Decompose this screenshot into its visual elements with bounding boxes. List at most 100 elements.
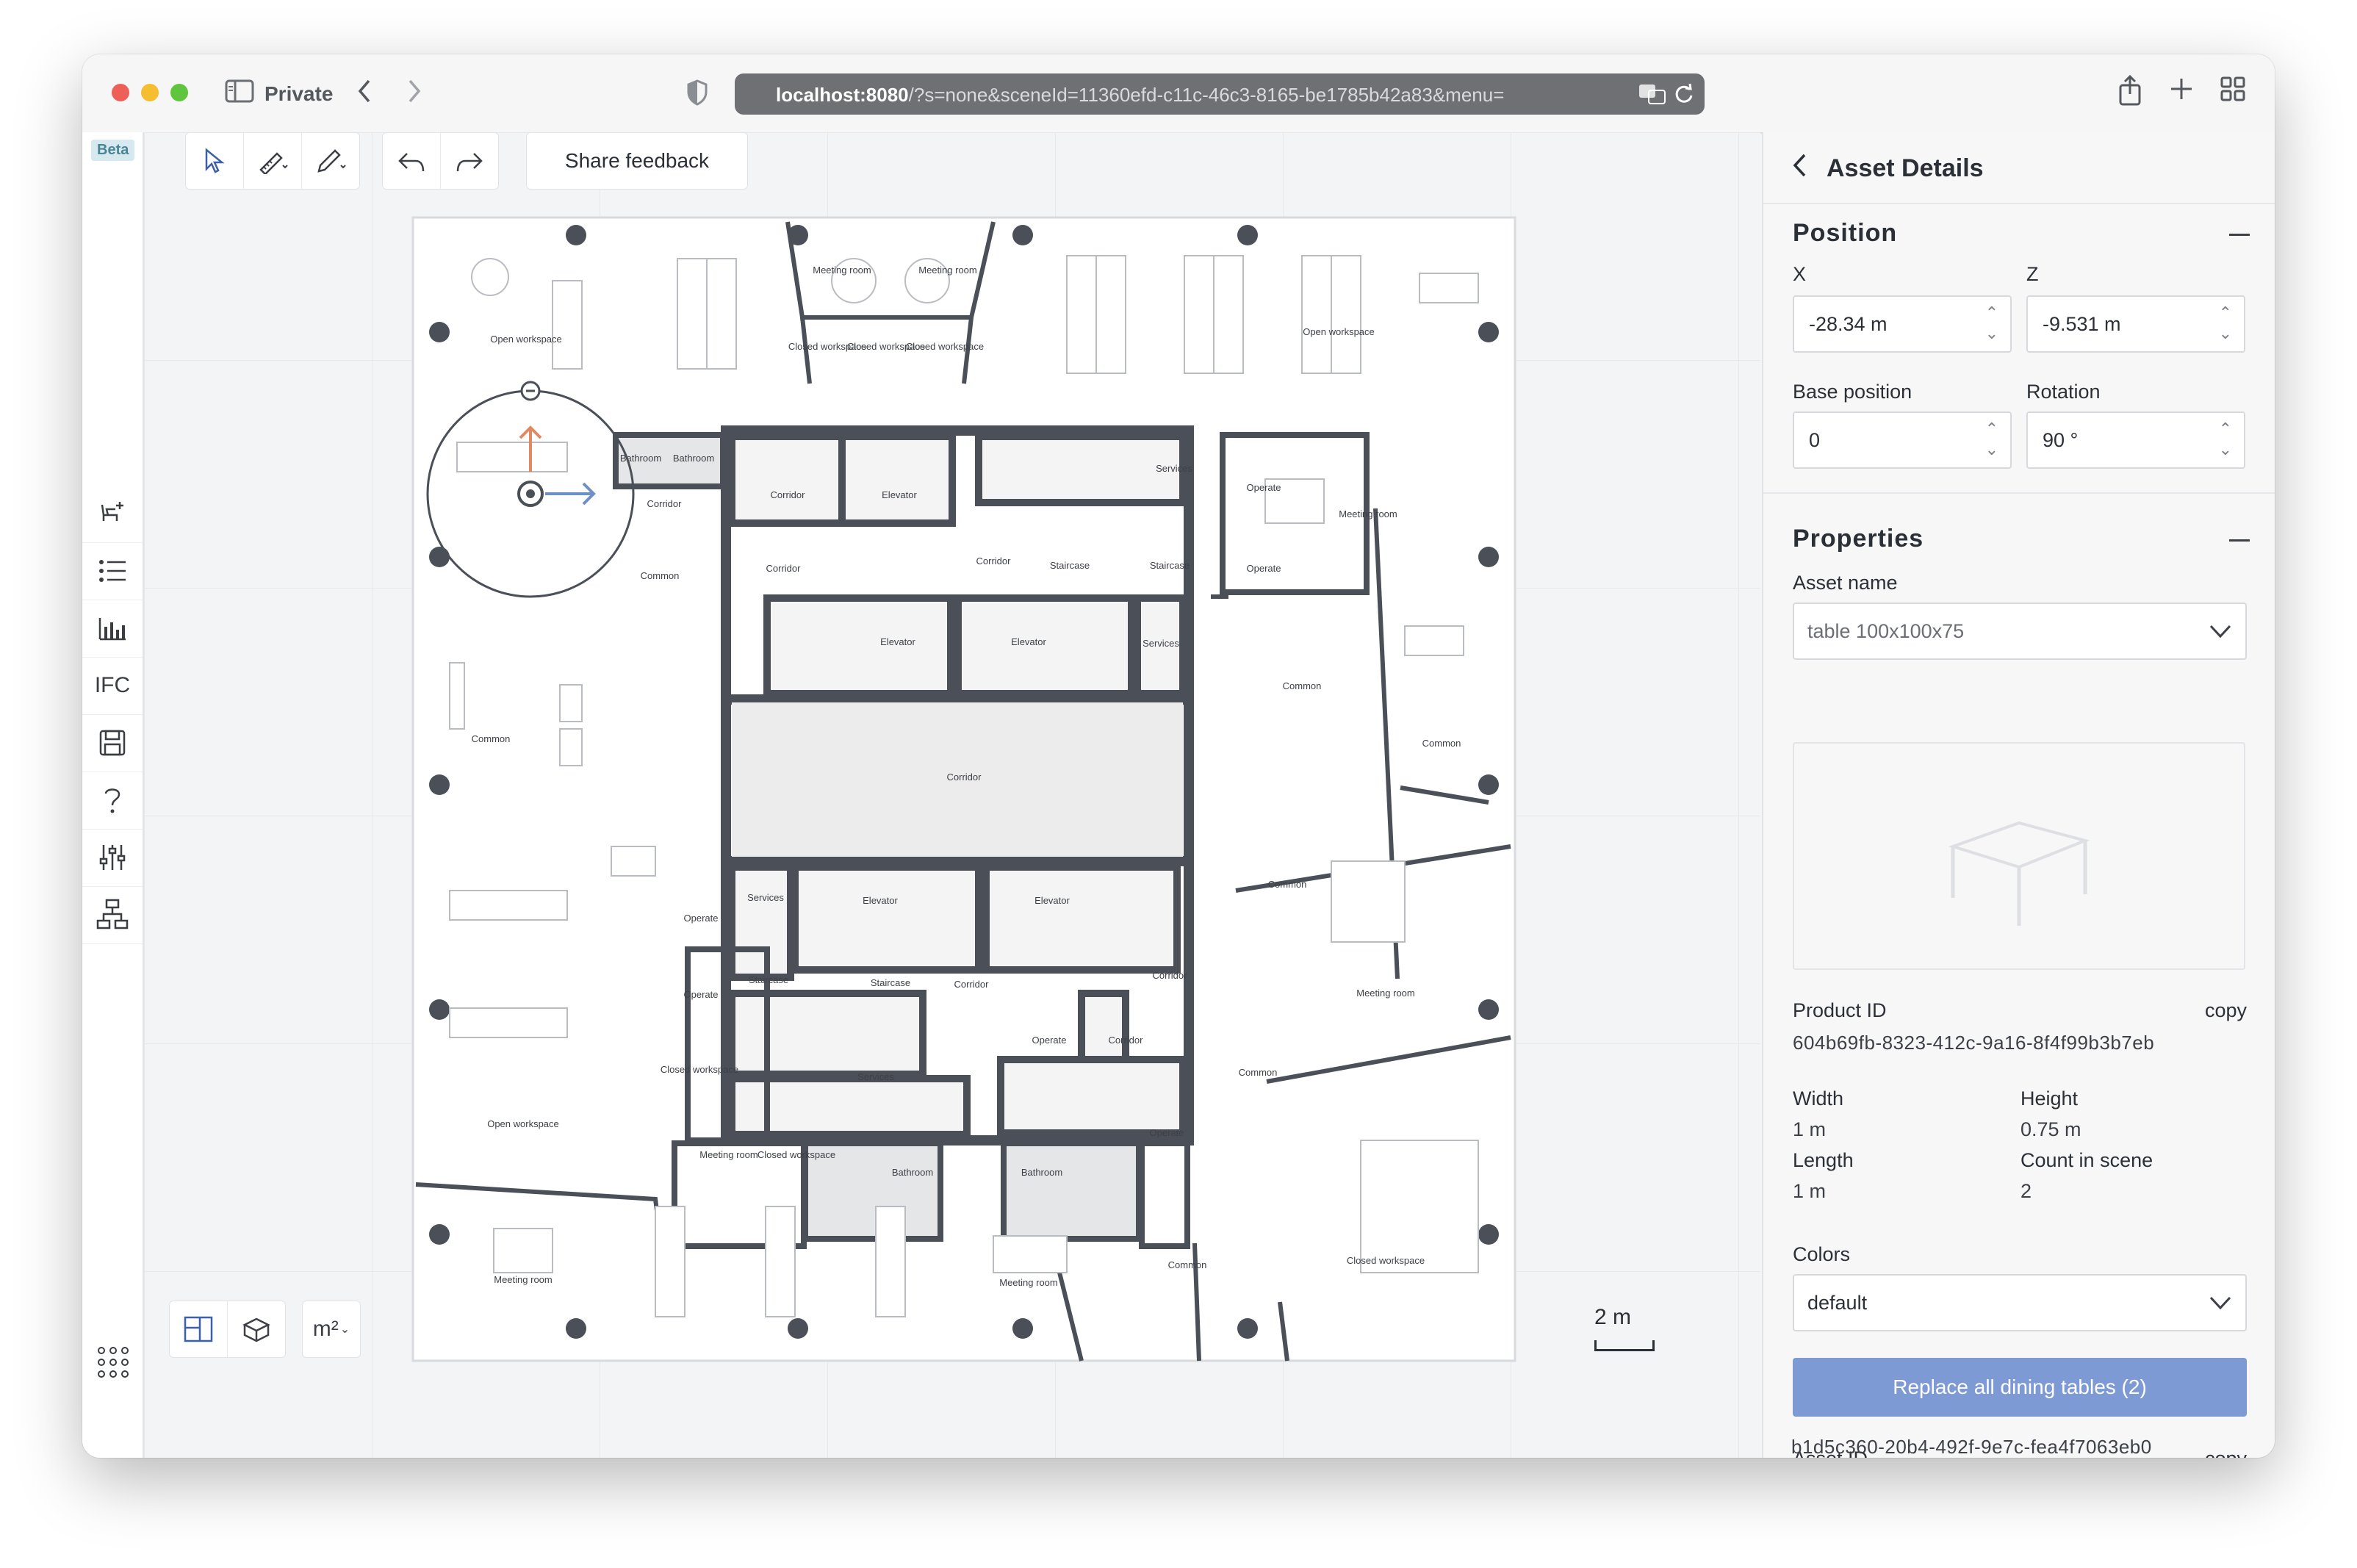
back-chevron-icon[interactable] xyxy=(1791,153,1807,184)
stepper-icon[interactable]: ⌃ ⌄ xyxy=(2219,303,2232,344)
address-bar[interactable]: localhost:8080/?s=none&sceneId=11360efd-… xyxy=(735,73,1705,115)
room-label: Common xyxy=(1268,879,1307,890)
floor-plan[interactable]: Open workspace Meeting room Meeting room… xyxy=(406,215,1522,1364)
z-label: Z xyxy=(2026,263,2039,285)
rotation-input[interactable]: 90 ° ⌃ ⌄ xyxy=(2026,411,2245,469)
beta-badge: Beta xyxy=(91,140,135,161)
base-position-input[interactable]: 0 ⌃ ⌄ xyxy=(1793,411,2012,469)
room-label: Elevator xyxy=(880,636,915,647)
save-button[interactable] xyxy=(82,714,143,772)
room-label: Meeting room xyxy=(1339,508,1397,519)
count-in-scene-value: 2 xyxy=(2020,1180,2032,1202)
room-label: Bathroom xyxy=(1021,1167,1062,1178)
room-label: Staircase xyxy=(871,977,910,988)
room-label: Services xyxy=(747,892,784,903)
height-value: 0.75 m xyxy=(2020,1118,2081,1140)
rotation-label: Rotation xyxy=(2026,381,2101,403)
shield-icon[interactable] xyxy=(686,79,708,110)
x-input[interactable]: -28.34 m ⌃ ⌄ xyxy=(1793,295,2012,353)
units-group: m² ⌄ xyxy=(302,1301,361,1358)
stepper-icon[interactable]: ⌃ ⌄ xyxy=(2219,419,2232,460)
add-furniture-button[interactable] xyxy=(82,485,143,543)
room-label: Operate xyxy=(684,913,719,924)
translate-icon[interactable] xyxy=(1638,82,1666,109)
copy-product-id-link[interactable]: copy xyxy=(2205,999,2247,1022)
hierarchy-icon xyxy=(96,899,129,929)
room-label: Corridor xyxy=(1109,1035,1144,1046)
room-label: Services xyxy=(857,1071,894,1082)
room-label: Common xyxy=(1239,1067,1278,1078)
height-label: Height xyxy=(2020,1087,2079,1110)
tab-overview-icon[interactable] xyxy=(2220,76,2245,106)
asset-preview xyxy=(1793,742,2245,970)
select-tool-button[interactable] xyxy=(186,133,244,189)
colors-select[interactable]: default xyxy=(1793,1274,2247,1331)
apps-grid-icon[interactable] xyxy=(97,1346,129,1382)
draw-wall-tool-button[interactable] xyxy=(244,133,302,189)
stepper-icon[interactable]: ⌃ ⌄ xyxy=(1985,303,1998,344)
2d-view-button[interactable] xyxy=(170,1301,228,1357)
3d-view-button[interactable] xyxy=(228,1301,285,1357)
room-label: Operate xyxy=(1032,1035,1067,1046)
chevron-down-icon xyxy=(2209,619,2232,647)
asset-id-value: b1d5c360-20b4-492f-9e7c-fea4f7063eb0 xyxy=(1791,1436,2152,1458)
asset-name-select[interactable]: table 100x100x75 xyxy=(1793,603,2247,660)
redo-button[interactable] xyxy=(441,133,498,189)
draw-tool-button[interactable] xyxy=(302,133,359,189)
section-divider xyxy=(1763,492,2275,494)
area-unit-label: m² xyxy=(312,1317,339,1341)
redo-icon xyxy=(456,153,483,172)
room-label: Meeting room xyxy=(494,1274,552,1285)
x-value: -28.34 m xyxy=(1809,313,1888,335)
top-toolbar xyxy=(185,132,360,190)
help-button[interactable] xyxy=(82,772,143,830)
forward-arrow-icon[interactable] xyxy=(406,78,423,109)
room-label: Open workspace xyxy=(487,1118,559,1129)
url-host: localhost:8080 xyxy=(776,84,909,106)
room-label: Corridor xyxy=(1153,970,1188,981)
statistics-button[interactable] xyxy=(82,600,143,658)
asset-name-label: Asset name xyxy=(1793,572,1898,594)
hierarchy-button[interactable] xyxy=(82,886,143,944)
room-label: Corridor xyxy=(947,772,982,783)
collapse-properties-icon[interactable] xyxy=(2229,539,2250,542)
view-mode-group xyxy=(169,1301,286,1358)
zoom-window-button[interactable] xyxy=(170,84,188,101)
undo-button[interactable] xyxy=(383,133,441,189)
url-text[interactable]: localhost:8080/?s=none&sceneId=11360efd-… xyxy=(776,84,1613,107)
x-label: X xyxy=(1793,263,1807,285)
room-label: Open workspace xyxy=(1303,326,1375,337)
ifc-button[interactable]: IFC xyxy=(82,657,143,715)
room-label: Staircase xyxy=(749,974,788,985)
floorplan-2d-icon xyxy=(184,1316,213,1342)
list-button[interactable] xyxy=(82,542,143,600)
panel-title: Asset Details xyxy=(1827,154,1984,182)
close-window-button[interactable] xyxy=(112,84,129,101)
settings-sliders-button[interactable] xyxy=(82,829,143,887)
share-icon[interactable] xyxy=(2117,74,2142,110)
selected-table[interactable] xyxy=(456,442,568,472)
z-value: -9.531 m xyxy=(2043,313,2121,335)
minimize-window-button[interactable] xyxy=(141,84,159,101)
reload-icon[interactable] xyxy=(1674,82,1694,109)
replace-all-button[interactable]: Replace all dining tables (2) xyxy=(1793,1358,2247,1417)
z-input[interactable]: -9.531 m ⌃ ⌄ xyxy=(2026,295,2245,353)
room-label: Common xyxy=(1283,680,1322,691)
back-arrow-icon[interactable] xyxy=(356,78,373,109)
room-label: Corridor xyxy=(976,555,1012,567)
room-label: Elevator xyxy=(882,489,917,500)
stepper-icon[interactable]: ⌃ ⌄ xyxy=(1985,419,1998,460)
area-unit-button[interactable]: m² ⌄ xyxy=(303,1301,360,1357)
scale-bar xyxy=(1594,1340,1655,1351)
history-toolbar xyxy=(382,132,499,190)
copy-asset-id-link[interactable]: copy xyxy=(2205,1447,2247,1458)
share-feedback-button[interactable]: Share feedback xyxy=(526,132,748,190)
room-label: Closed workspace xyxy=(906,341,984,352)
ruler-pencil-icon xyxy=(259,152,288,174)
sidebar-toggle-icon[interactable] xyxy=(225,79,254,107)
collapse-position-icon[interactable] xyxy=(2229,234,2250,236)
product-id-label: Product ID xyxy=(1793,999,1887,1021)
new-tab-icon[interactable] xyxy=(2169,76,2194,106)
table-3d-preview-icon xyxy=(1948,821,2090,926)
count-in-scene-label: Count in scene xyxy=(2020,1149,2153,1171)
